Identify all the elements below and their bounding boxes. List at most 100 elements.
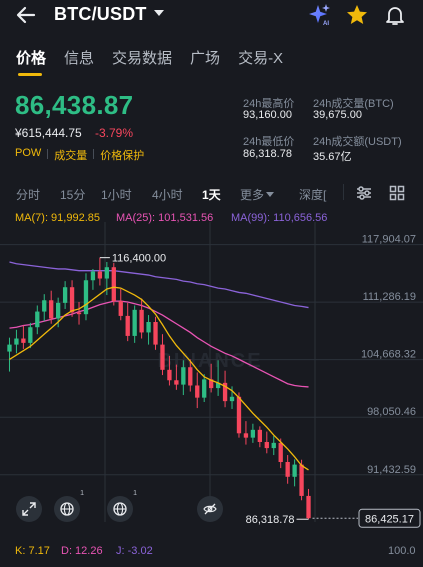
candle-down: [21, 338, 26, 343]
hide-drawings-button[interactable]: [197, 496, 223, 522]
candle-down: [49, 300, 54, 319]
kdj-k: K: 7.17: [15, 545, 50, 557]
globe-tool-button[interactable]: 1: [107, 490, 137, 522]
candle-down: [167, 369, 172, 381]
candle-down: [153, 322, 158, 345]
low-value: 86,318.78: [243, 148, 292, 160]
candle-down: [174, 380, 179, 385]
candle-up: [56, 302, 61, 319]
candle-up: [292, 464, 297, 477]
grid-layout-icon[interactable]: [389, 185, 405, 201]
timeframe-15m[interactable]: 15分: [60, 186, 85, 203]
top-bar: BTC/USDT AI: [0, 0, 423, 30]
timeframe-1d[interactable]: 1天: [202, 186, 221, 203]
candle-down: [97, 271, 103, 279]
ma25-polyline: [9, 300, 309, 388]
timeframe-4h[interactable]: 4小时: [152, 186, 183, 203]
ma25-line: [9, 300, 309, 388]
kdj-scale: 100.0: [388, 545, 416, 557]
ma99-line: [9, 261, 309, 309]
candle-up: [35, 311, 40, 328]
candle-up: [132, 309, 137, 336]
candlestick-chart[interactable]: BINANCE 116,400.00 86,318.78 86,425.17 117…: [0, 222, 423, 538]
tag-pow[interactable]: POW: [15, 147, 41, 163]
candle-down: [243, 433, 249, 438]
change-percent: -3.79%: [95, 126, 134, 140]
fullscreen-button[interactable]: [16, 496, 42, 522]
candle-up: [181, 367, 186, 385]
globe-icon: [113, 502, 127, 516]
toolbar-divider: [343, 184, 344, 200]
volume-usdt-value: 35.67亿: [313, 151, 352, 163]
caret-down-icon[interactable]: [154, 10, 164, 16]
y-tick-label: 91,432.59: [367, 464, 416, 476]
timeframe-1h[interactable]: 1小时: [101, 186, 132, 203]
low-marker-label: 86,318.78: [246, 514, 295, 526]
current-price-label: 86,425.17: [365, 513, 414, 525]
active-tab-indicator: [18, 73, 42, 76]
volume-usdt-label: 24h成交额(USDT): [313, 136, 402, 148]
candle-down: [139, 309, 144, 333]
candle-up: [229, 396, 235, 402]
tab-trading-data[interactable]: 交易数据: [112, 47, 172, 68]
candle-up: [146, 322, 151, 333]
candle-up: [104, 267, 109, 279]
globe-icon: [60, 502, 74, 516]
globe-tool-button[interactable]: 1: [54, 490, 84, 522]
candle-down: [195, 385, 200, 398]
high-value: 93,160.00: [243, 109, 292, 121]
pair-selector[interactable]: BTC/USDT: [54, 4, 147, 25]
tag-divider: [93, 149, 95, 159]
bell-icon[interactable]: [383, 3, 407, 27]
tab-trade-x[interactable]: 交易-X: [238, 47, 283, 68]
candle-up: [202, 379, 207, 398]
tab-square[interactable]: 广场: [190, 47, 220, 68]
candle-up: [42, 300, 47, 312]
candle-up: [83, 280, 89, 315]
high-marker-label: 116,400.00: [112, 253, 166, 265]
y-axis: 117,904.07 111,286.19 104,668.32 98,050.46 9…: [361, 234, 416, 476]
ai-sparkle-icon[interactable]: AI: [308, 3, 332, 27]
candle-up: [62, 287, 68, 303]
y-tick-label: 111,286.19: [363, 291, 416, 303]
more-caret-icon: [266, 192, 274, 197]
watermark: BINANCE: [157, 350, 262, 372]
kdj-d: D: 12.26: [61, 545, 103, 557]
candle-down: [306, 495, 311, 519]
ma7-line: [9, 286, 309, 471]
candle-down: [188, 367, 193, 386]
candle-up: [271, 442, 276, 449]
candle-up: [90, 271, 96, 281]
candle-down: [236, 396, 242, 434]
fiat-price: ¥615,444.75: [15, 126, 82, 140]
candle-up: [7, 344, 12, 352]
tool-badge: 1: [133, 490, 137, 497]
candle-up: [14, 338, 19, 345]
tool-badge: 1: [80, 490, 84, 497]
star-icon[interactable]: [345, 3, 369, 27]
y-tick-label: 98,050.46: [367, 406, 416, 418]
candle-down: [111, 267, 116, 302]
candle-down: [257, 429, 262, 442]
timeframe-more[interactable]: 更多: [240, 186, 264, 203]
back-arrow-icon[interactable]: [14, 4, 38, 26]
tag-price-protection[interactable]: 价格保护: [100, 147, 144, 163]
candle-down: [278, 442, 283, 462]
tab-price[interactable]: 价格: [16, 47, 46, 68]
last-price: 86,438.87: [15, 90, 134, 120]
candle-down: [118, 301, 123, 316]
tag-volume[interactable]: 成交量: [54, 147, 87, 163]
indicator-settings-icon[interactable]: [355, 185, 373, 201]
depth-tab[interactable]: 深度[: [299, 186, 326, 203]
candle-down: [125, 315, 130, 336]
candle-up: [250, 429, 256, 438]
low-label: 24h最低价: [243, 136, 295, 148]
candle-down: [264, 442, 269, 449]
kdj-j: J: -3.02: [116, 545, 153, 557]
timeframe-line[interactable]: 分时: [16, 186, 40, 203]
tab-info[interactable]: 信息: [64, 47, 94, 68]
ma7-polyline: [9, 286, 309, 471]
ma99-polyline: [9, 261, 309, 309]
tag-divider: [47, 149, 49, 159]
candle-up: [28, 327, 33, 343]
